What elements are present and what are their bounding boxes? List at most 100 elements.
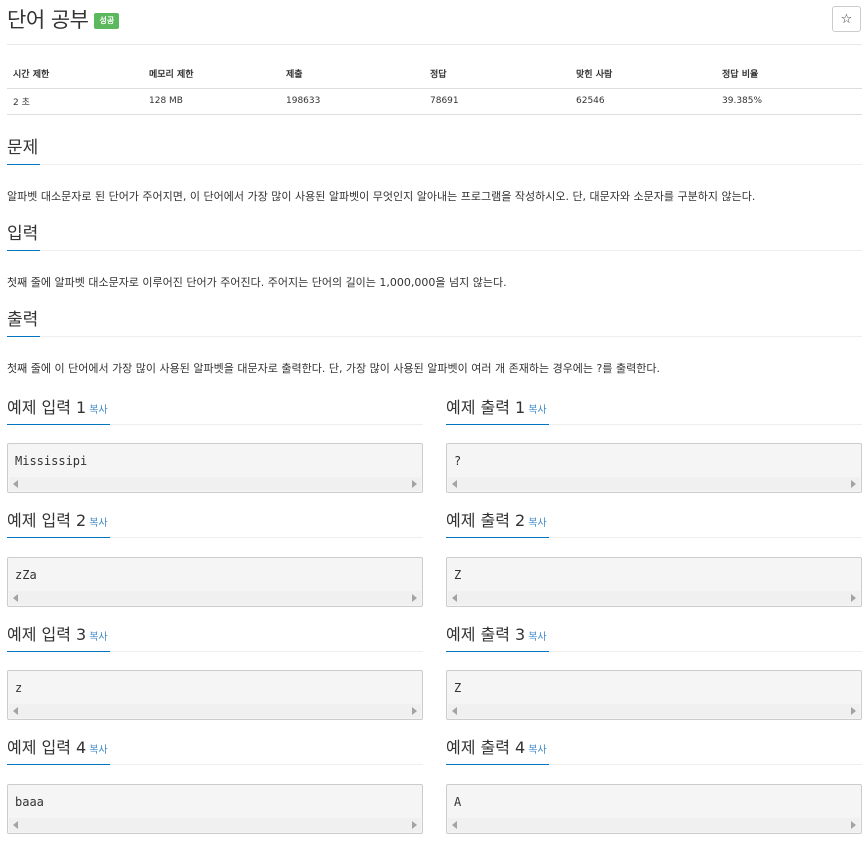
copy-sample-input-2-button[interactable]: 복사 [89,518,107,529]
title-row: 단어 공부 성공 [7,4,120,34]
horizontal-scrollbar[interactable] [9,818,421,832]
input-section-header: 입력 [7,221,862,251]
sample-input-4-box[interactable]: baaa [7,784,423,834]
sample-input-3-header: 예제 입력 3 복사 [7,620,423,652]
copy-sample-input-3-button[interactable]: 복사 [89,632,107,643]
status-badge: 성공 [94,13,120,29]
value-time-limit: 2 초 [7,88,143,115]
copy-sample-output-1-button[interactable]: 복사 [528,405,546,416]
copy-sample-output-4-button[interactable]: 복사 [528,745,546,756]
sample-input-1-box[interactable]: Mississipi [7,443,423,493]
horizontal-scrollbar[interactable] [448,818,860,832]
scroll-right-icon[interactable] [851,480,856,488]
value-ratio: 39.385% [716,88,862,115]
sample-output-1-box[interactable]: ? [446,443,862,493]
sample-output-3-heading: 예제 출력 3 복사 [446,621,549,652]
sample-output-4-box[interactable]: A [446,784,862,834]
problem-section-header: 문제 [7,135,862,165]
output-heading: 출력 [7,305,41,337]
scroll-left-icon[interactable] [452,821,457,829]
scroll-left-icon[interactable] [13,594,18,602]
sample-output-4-header: 예제 출력 4 복사 [446,733,862,765]
header-time-limit: 시간 제한 [7,60,143,89]
sample-output-1-header: 예제 출력 1 복사 [446,393,862,425]
problem-heading: 문제 [7,133,41,165]
scroll-right-icon[interactable] [851,707,856,715]
star-icon: ☆ [840,11,853,27]
sample-output-4-heading: 예제 출력 4 복사 [446,734,549,765]
copy-sample-output-3-button[interactable]: 복사 [528,632,546,643]
sample-input-1-label: 예제 입력 1 [7,398,87,417]
value-memory-limit: 128 MB [143,88,280,115]
sample-output-4-label: 예제 출력 4 [446,738,526,757]
sample-input-2-heading: 예제 입력 2 복사 [7,507,110,538]
page-title: 단어 공부 [7,8,89,32]
sample-output-1-code: ? [454,454,462,468]
value-solvers: 62546 [570,88,716,115]
sample-output-3-label: 예제 출력 3 [446,625,526,644]
output-section-header: 출력 [7,307,862,337]
header-accepted: 정답 [424,60,570,89]
sample-output-2-label: 예제 출력 2 [446,511,526,530]
horizontal-scrollbar[interactable] [9,477,421,491]
sample-input-3-heading: 예제 입력 3 복사 [7,621,110,652]
sample-output-1-label: 예제 출력 1 [446,398,526,417]
problem-info-table: 시간 제한 메모리 제한 제출 정답 맞힌 사람 정답 비율 2 초 128 M… [7,60,862,115]
value-submissions: 198633 [280,88,424,115]
sample-output-1-heading: 예제 출력 1 복사 [446,394,549,425]
sample-output-2-header: 예제 출력 2 복사 [446,506,862,538]
horizontal-scrollbar[interactable] [9,704,421,718]
sample-output-3-header: 예제 출력 3 복사 [446,620,862,652]
sample-output-2-box[interactable]: Z [446,557,862,607]
sample-input-3-code: z [15,681,23,695]
header-memory-limit: 메모리 제한 [143,60,280,89]
scroll-right-icon[interactable] [412,707,417,715]
copy-sample-output-2-button[interactable]: 복사 [528,518,546,529]
input-description: 첫째 줄에 알파벳 대소문자로 이루어진 단어가 주어진다. 주어지는 단어의 … [7,276,507,289]
sample-input-2-label: 예제 입력 2 [7,511,87,530]
scroll-right-icon[interactable] [412,480,417,488]
scroll-left-icon[interactable] [13,821,18,829]
sample-output-3-box[interactable]: Z [446,670,862,720]
table-row: 2 초 128 MB 198633 78691 62546 39.385% [7,88,862,115]
sample-input-2-box[interactable]: zZa [7,557,423,607]
sample-output-2-code: Z [454,568,462,582]
copy-sample-input-1-button[interactable]: 복사 [89,405,107,416]
favorite-button[interactable]: ☆ [832,6,861,32]
scroll-left-icon[interactable] [452,480,457,488]
scroll-right-icon[interactable] [851,594,856,602]
sample-input-2-header: 예제 입력 2 복사 [7,506,423,538]
sample-input-4-header: 예제 입력 4 복사 [7,733,423,765]
value-accepted: 78691 [424,88,570,115]
scroll-right-icon[interactable] [851,821,856,829]
horizontal-scrollbar[interactable] [448,704,860,718]
scroll-left-icon[interactable] [13,707,18,715]
sample-input-4-label: 예제 입력 4 [7,738,87,757]
table-header-row: 시간 제한 메모리 제한 제출 정답 맞힌 사람 정답 비율 [7,60,862,89]
input-heading: 입력 [7,219,41,251]
header-solvers: 맞힌 사람 [570,60,716,89]
scroll-right-icon[interactable] [412,821,417,829]
horizontal-scrollbar[interactable] [448,591,860,605]
sample-output-3-code: Z [454,681,462,695]
copy-sample-input-4-button[interactable]: 복사 [89,745,107,756]
header-submissions: 제출 [280,60,424,89]
sample-output-2-heading: 예제 출력 2 복사 [446,507,549,538]
horizontal-scrollbar[interactable] [448,477,860,491]
sample-input-4-code: baaa [15,795,44,809]
output-description: 첫째 줄에 이 단어에서 가장 많이 사용된 알파벳을 대문자로 출력한다. 단… [7,362,660,375]
sample-input-2-code: zZa [15,568,37,582]
header-ratio: 정답 비율 [716,60,862,89]
scroll-left-icon[interactable] [452,707,457,715]
horizontal-scrollbar[interactable] [9,591,421,605]
sample-input-4-heading: 예제 입력 4 복사 [7,734,110,765]
problem-description: 알파벳 대소문자로 된 단어가 주어지면, 이 단어에서 가장 많이 사용된 알… [7,190,756,203]
sample-output-4-code: A [454,795,462,809]
scroll-right-icon[interactable] [412,594,417,602]
sample-input-1-code: Mississipi [15,454,88,468]
scroll-left-icon[interactable] [452,594,457,602]
sample-input-3-label: 예제 입력 3 [7,625,87,644]
sample-input-3-box[interactable]: z [7,670,423,720]
title-divider [7,44,862,45]
scroll-left-icon[interactable] [13,480,18,488]
